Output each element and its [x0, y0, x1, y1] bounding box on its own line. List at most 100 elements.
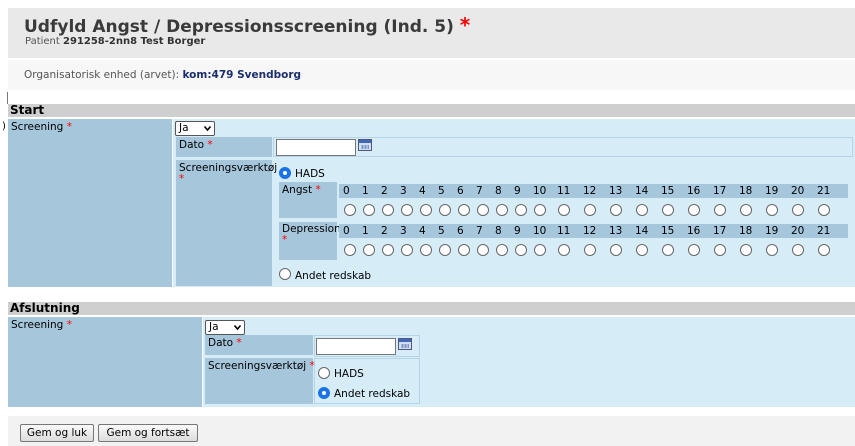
depression-scale-value: 11 — [557, 225, 571, 237]
patient-id: 291258-2nn8 Test Borger — [63, 36, 206, 47]
angst-score-radio-15[interactable] — [662, 204, 674, 216]
angst-scale-value: 5 — [438, 185, 445, 197]
depression-score-radio-7[interactable] — [477, 244, 489, 256]
depression-score-radio-10[interactable] — [534, 244, 546, 256]
angst-score-radio-0[interactable] — [344, 204, 356, 216]
depression-scale-value: 0 — [343, 225, 350, 237]
depression-scale-value: 5 — [438, 225, 445, 237]
angst-score-radio-5[interactable] — [439, 204, 451, 216]
depression-score-radio-5[interactable] — [439, 244, 451, 256]
start-hads-radio[interactable] — [279, 167, 291, 179]
calendar-icon[interactable] — [398, 338, 412, 350]
depression-scale-value: 2 — [381, 225, 388, 237]
depression-score-radio-12[interactable] — [584, 244, 596, 256]
afsl-dato-input[interactable] — [316, 338, 396, 355]
depression-score-radio-4[interactable] — [420, 244, 432, 256]
angst-scale-value: 16 — [687, 185, 701, 197]
chevron-down-icon — [204, 125, 211, 132]
angst-scale-value: 14 — [635, 185, 649, 197]
org-unit-bar: Organisatorisk enhed (arvet): kom:479 Sv… — [8, 60, 855, 90]
afsl-screening-label: Screening — [11, 319, 64, 331]
angst-score-radio-12[interactable] — [584, 204, 596, 216]
org-unit-label: Organisatorisk enhed (arvet): — [24, 69, 183, 81]
depression-score-radio-13[interactable] — [610, 244, 622, 256]
save-continue-button[interactable]: Gem og fortsæt — [98, 424, 198, 442]
angst-score-radio-11[interactable] — [558, 204, 570, 216]
angst-scale-value: 0 — [343, 185, 350, 197]
angst-score-radio-10[interactable] — [534, 204, 546, 216]
left-mark: ) — [2, 121, 6, 132]
afsl-andet-radio[interactable] — [318, 387, 330, 399]
afsl-hads-radio[interactable] — [318, 367, 330, 379]
depression-score-radio-0[interactable] — [344, 244, 356, 256]
angst-label-cell: Angst * — [279, 182, 337, 218]
depression-score-radio-16[interactable] — [688, 244, 700, 256]
divider — [7, 92, 8, 104]
angst-scale-value: 20 — [791, 185, 805, 197]
angst-score-radio-19[interactable] — [766, 204, 778, 216]
angst-scale-value: 4 — [419, 185, 426, 197]
depression-score-radio-9[interactable] — [515, 244, 527, 256]
depression-scale-value: 20 — [791, 225, 805, 237]
depression-radio-row — [339, 241, 848, 259]
depression-scale-value: 6 — [457, 225, 464, 237]
depression-label-cell: Depression * — [279, 222, 341, 260]
start-tool-label: Screeningsværktøj — [179, 162, 278, 174]
depression-scale-value: 8 — [495, 225, 502, 237]
depression-score-radio-19[interactable] — [766, 244, 778, 256]
depression-scale-value: 19 — [765, 225, 779, 237]
angst-score-radio-2[interactable] — [382, 204, 394, 216]
angst-score-radio-17[interactable] — [714, 204, 726, 216]
depression-scale-value: 18 — [739, 225, 753, 237]
angst-score-radio-1[interactable] — [363, 204, 375, 216]
angst-label: Angst — [282, 184, 313, 196]
start-screening-select[interactable]: Ja — [175, 121, 215, 136]
depression-scale-value: 9 — [514, 225, 521, 237]
angst-score-radio-20[interactable] — [792, 204, 804, 216]
angst-score-radio-9[interactable] — [515, 204, 527, 216]
angst-score-radio-4[interactable] — [420, 204, 432, 216]
save-close-button[interactable]: Gem og luk — [20, 424, 94, 442]
angst-score-radio-7[interactable] — [477, 204, 489, 216]
angst-scale-value: 3 — [400, 185, 407, 197]
angst-score-radio-13[interactable] — [610, 204, 622, 216]
depression-score-radio-11[interactable] — [558, 244, 570, 256]
calendar-icon[interactable] — [358, 139, 372, 151]
angst-score-radio-8[interactable] — [496, 204, 508, 216]
angst-score-radio-3[interactable] — [401, 204, 413, 216]
required-marker: * — [459, 13, 471, 37]
afsl-dato-label-cell: Dato * — [205, 335, 313, 355]
start-dato-input[interactable] — [276, 139, 356, 156]
angst-score-radio-21[interactable] — [818, 204, 830, 216]
angst-score-radio-18[interactable] — [740, 204, 752, 216]
angst-score-radio-16[interactable] — [688, 204, 700, 216]
depression-label: Depression — [282, 223, 341, 235]
depression-score-radio-15[interactable] — [662, 244, 674, 256]
afsl-screening-select[interactable]: Ja — [205, 320, 245, 335]
patient-info: Patient 291258-2nn8 Test Borger — [25, 36, 206, 47]
angst-scale-value: 7 — [476, 185, 483, 197]
depression-score-radio-8[interactable] — [496, 244, 508, 256]
angst-score-radio-6[interactable] — [458, 204, 470, 216]
depression-scale-value: 4 — [419, 225, 426, 237]
angst-scale-value: 17 — [713, 185, 727, 197]
angst-score-radio-14[interactable] — [636, 204, 648, 216]
afsl-tool-label: Screeningsværktøj — [208, 360, 307, 372]
depression-score-radio-1[interactable] — [363, 244, 375, 256]
depression-score-radio-3[interactable] — [401, 244, 413, 256]
depression-score-radio-14[interactable] — [636, 244, 648, 256]
depression-score-radio-2[interactable] — [382, 244, 394, 256]
depression-score-radio-20[interactable] — [792, 244, 804, 256]
angst-scale-value: 19 — [765, 185, 779, 197]
depression-scale-value: 12 — [583, 225, 597, 237]
depression-score-radio-21[interactable] — [818, 244, 830, 256]
depression-score-radio-6[interactable] — [458, 244, 470, 256]
angst-scale-value: 21 — [817, 185, 831, 197]
afsl-andet-label: Andet redskab — [334, 388, 411, 400]
angst-scale-value: 2 — [381, 185, 388, 197]
start-andet-radio[interactable] — [279, 268, 291, 280]
depression-scale-value: 15 — [661, 225, 675, 237]
button-bar: Gem og luk Gem og fortsæt — [8, 416, 855, 446]
depression-score-radio-17[interactable] — [714, 244, 726, 256]
depression-score-radio-18[interactable] — [740, 244, 752, 256]
